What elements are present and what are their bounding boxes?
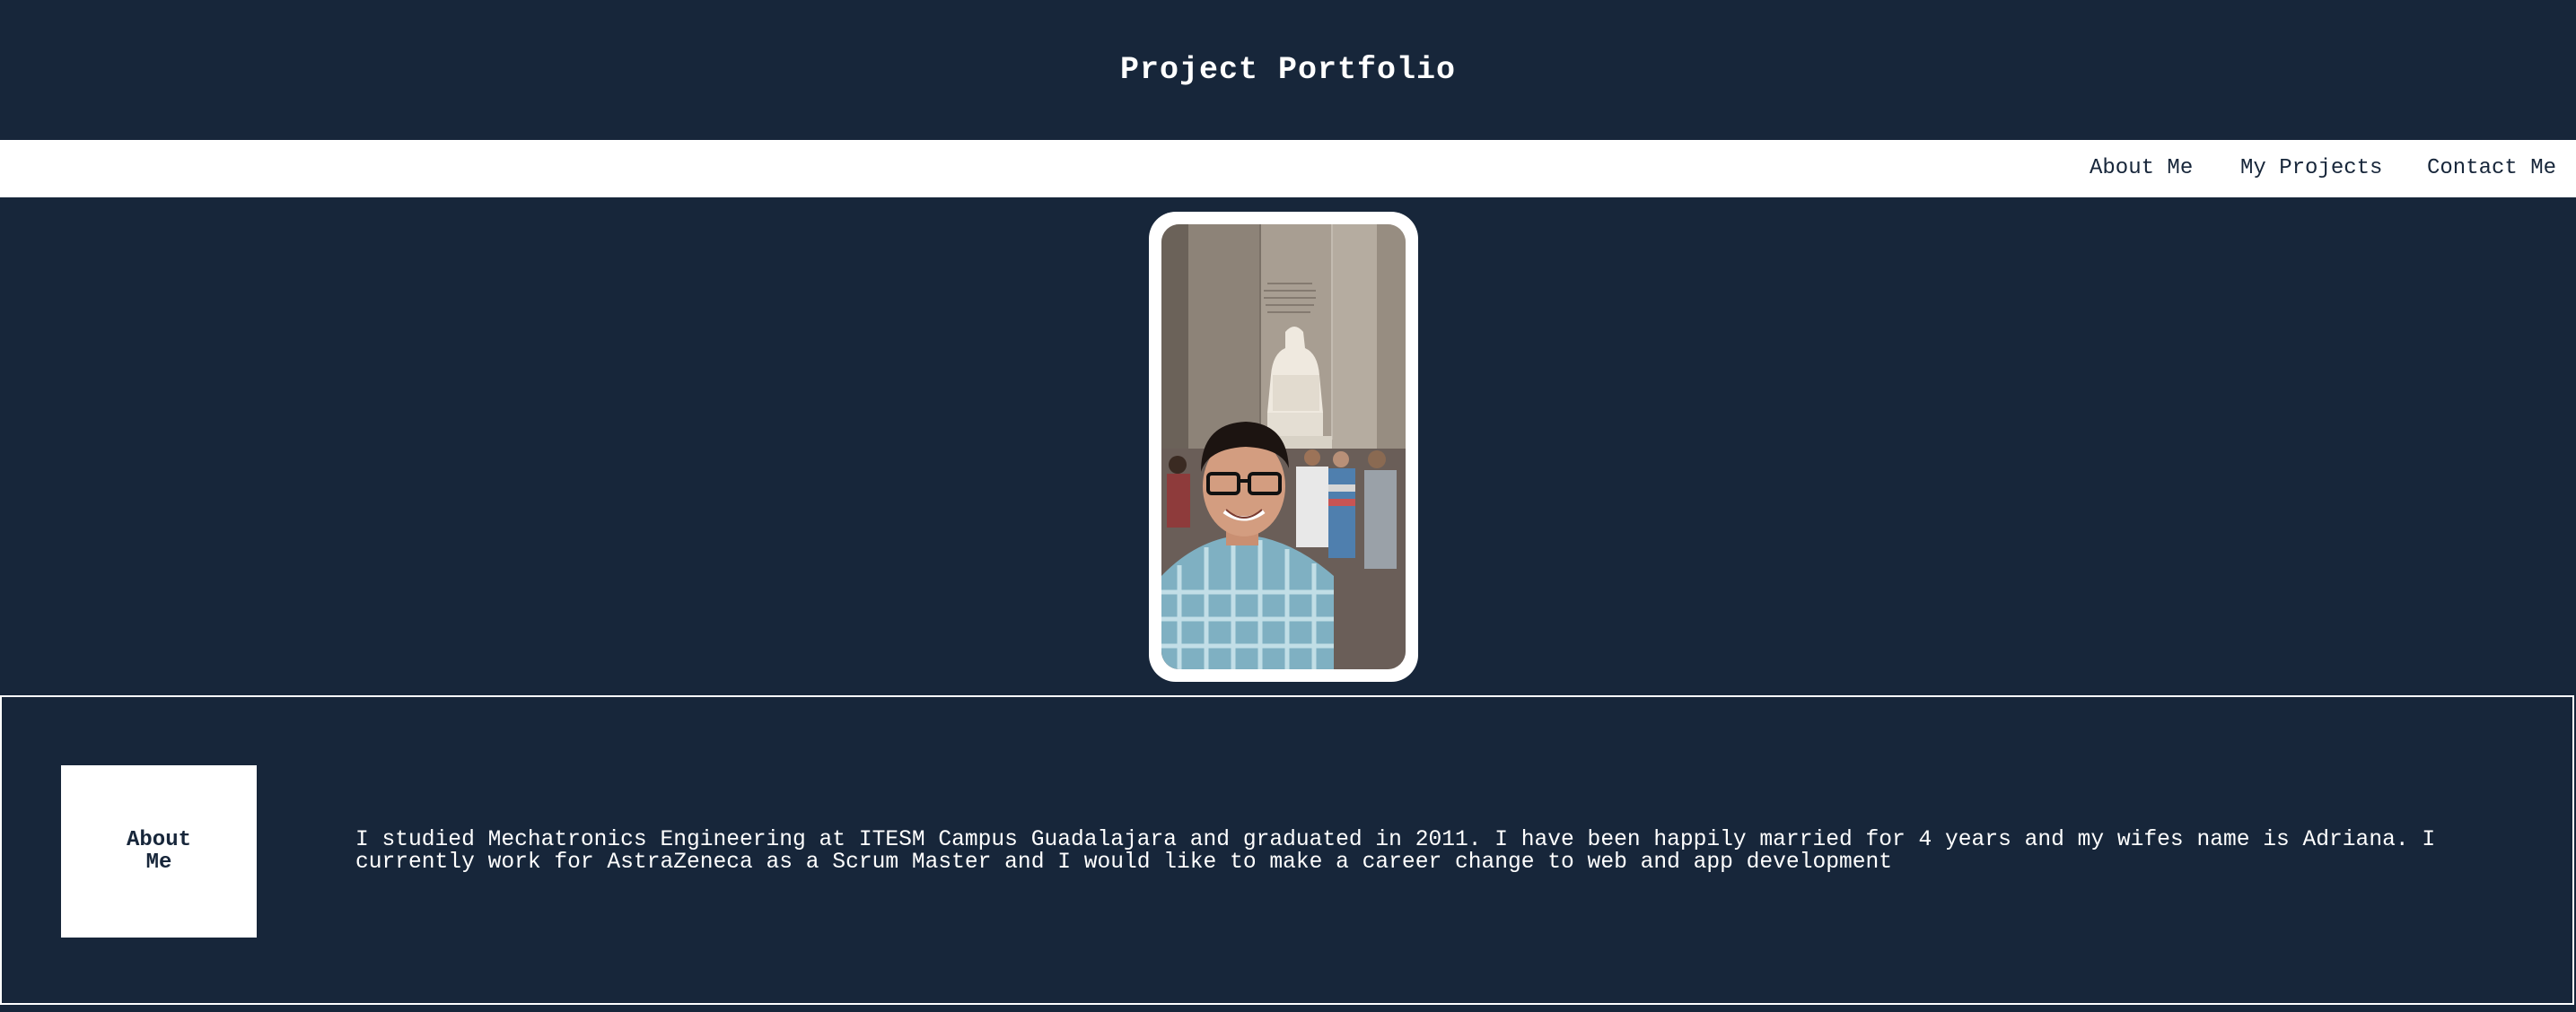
page-title: Project Portfolio — [1119, 52, 1457, 88]
about-heading-box: About Me — [61, 765, 257, 938]
nav-link-my-projects[interactable]: My Projects — [2240, 140, 2382, 197]
nav-link-about-me[interactable]: About Me — [2090, 140, 2193, 197]
about-heading: About Me — [126, 828, 191, 875]
navbar: About Me My Projects Contact Me — [0, 140, 2576, 197]
profile-photo-frame — [1149, 212, 1418, 682]
about-section: About Me I studied Mechatronics Engineer… — [0, 695, 2574, 1005]
site-header: Project Portfolio — [0, 0, 2576, 140]
about-text: I studied Mechatronics Engineering at IT… — [355, 828, 2436, 875]
nav-link-contact-me[interactable]: Contact Me — [2427, 140, 2556, 197]
profile-photo — [1161, 224, 1406, 669]
